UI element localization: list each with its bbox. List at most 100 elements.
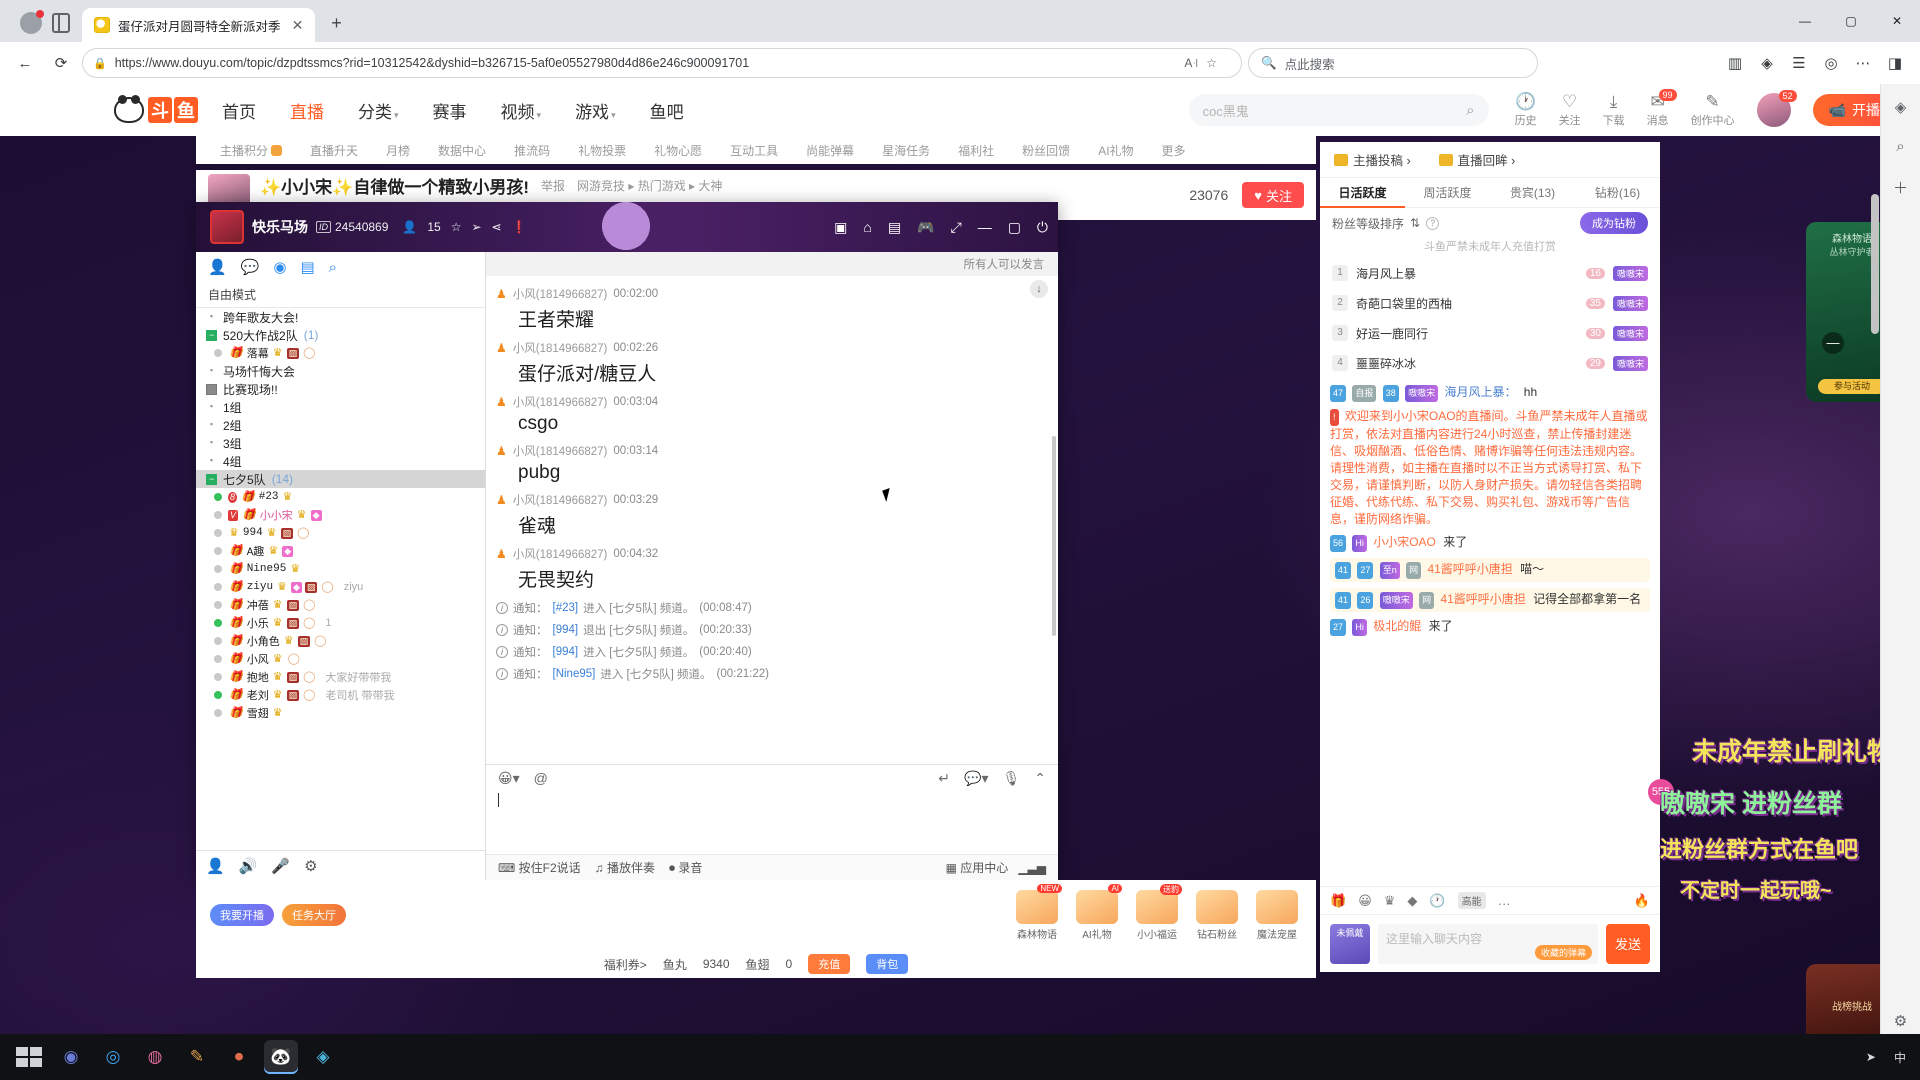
more-settings-icon[interactable]: ⋯ (1848, 48, 1878, 78)
clock-icon-toolbar[interactable]: 🕐 (1429, 893, 1445, 909)
app-icon-extra[interactable]: ◈ (306, 1040, 340, 1074)
info-icon[interactable]: ❗ (512, 220, 527, 234)
notice-link-3[interactable]: [994] (553, 646, 579, 658)
chat-input[interactable]: 这里输入聊天内容 收藏的弹幕 (1378, 923, 1598, 964)
live-replay-link[interactable]: 直播回眸 › (1438, 150, 1515, 169)
tab-diamond-fans[interactable]: 钻粉(16) (1575, 184, 1660, 201)
sound-icon[interactable]: 🔊 (239, 857, 258, 875)
rank-row-1[interactable]: 1 海月风上暴 16 嗷嗷宋 (1320, 258, 1660, 288)
window-minimize-button[interactable]: — (1782, 0, 1828, 42)
notice-link-4[interactable]: [Nine95] (553, 668, 596, 680)
qq-music-button[interactable]: ♫ 播放伴奏 (595, 859, 655, 876)
subnav-item-13[interactable]: 更多 (1148, 142, 1200, 159)
nav-history[interactable]: 🕐 历史 (1515, 92, 1537, 128)
favorites-icon[interactable]: ☰ (1784, 48, 1814, 78)
recharge-button[interactable]: 充值 (808, 954, 851, 974)
favorite-star-icon[interactable]: ☆ (1206, 56, 1217, 70)
page-scrollbar[interactable] (1870, 174, 1880, 1044)
speech-bubble-icon[interactable]: 💬▾ (964, 770, 988, 787)
subnav-item-1[interactable]: 直播升天 (296, 142, 372, 159)
tree-member-xiaofeng[interactable]: 🎁 小风 ♛ ◯ (196, 650, 485, 668)
close-icon[interactable]: ⏻ (1037, 219, 1048, 236)
copilot-icon[interactable]: ◈ (1895, 98, 1907, 116)
home-icon[interactable]: ⌂ (863, 219, 871, 235)
subnav-item-12[interactable]: AI礼物 (1084, 142, 1147, 159)
tree-toggle-icon-1[interactable]: − (206, 329, 217, 341)
search-rail-icon[interactable]: ⌕ (1896, 138, 1904, 155)
nav-item-home[interactable]: 首页 (222, 98, 256, 123)
qq-message-list[interactable]: ↓ ♟ 小风(1814966827) 00:02:00 王者荣耀 ♟ 小风(18149… (486, 276, 1058, 764)
fire-icon-toolbar[interactable]: 🔥 (1634, 893, 1650, 909)
tree-member-xuechi[interactable]: 🎁 雪翅 ♛ (196, 704, 485, 722)
search-icon-qq[interactable]: ⌕ (329, 259, 337, 276)
tree-member-994[interactable]: ♛ 994 ♛ ▨ ◯ (196, 524, 485, 542)
gift-item-magic[interactable]: 魔法宠屋 (1252, 889, 1302, 941)
tree-member-laoliu[interactable]: 🎁 老刘 ♛ ▨ ◯ 老司机 带带我 (196, 686, 485, 704)
emoji-icon-toolbar[interactable]: 😀 (1358, 893, 1372, 909)
subnav-item-8[interactable]: 尚能弹幕 (792, 142, 868, 159)
nav-creator[interactable]: ✎ 创作中心 (1691, 92, 1735, 128)
notice-link-1[interactable]: [#23] (553, 602, 579, 614)
noble-icon-toolbar[interactable]: ◆ (1407, 893, 1417, 909)
chat-username-6[interactable]: 极北的鲲 (1373, 619, 1421, 633)
rank-row-3[interactable]: 3 好运一鹿同行 30 嗷嗷宋 (1320, 318, 1660, 348)
fans-icon-toolbar[interactable]: ♛ (1384, 893, 1396, 909)
browser-profile-icon[interactable]: ◎ (1816, 48, 1846, 78)
subnav-item-5[interactable]: 礼物投票 (564, 142, 640, 159)
tree-group-8[interactable]: ▪ 4组 (196, 452, 485, 470)
mic-record-icon[interactable]: 🎙 (1002, 770, 1020, 787)
start-icon[interactable] (12, 1040, 46, 1074)
location-icon[interactable]: ◉ (273, 258, 286, 276)
streamer-posts-link[interactable]: 主播投稿 › (1334, 150, 1411, 169)
search-icon-douyu[interactable]: ⌕ (1466, 102, 1474, 119)
browser-tab[interactable]: 蛋仔派对月圆哥特全新派对季 ✕ (82, 8, 315, 42)
chat-icon[interactable]: 💬 (241, 258, 260, 276)
back-icon[interactable]: ← (10, 48, 40, 78)
fan-sort-label[interactable]: 粉丝等级排序 (1332, 215, 1404, 232)
nav-item-live[interactable]: 直播 (290, 98, 324, 123)
nav-item-video[interactable]: 视频 ▾ (501, 98, 542, 123)
backpack-button[interactable]: 背包 (866, 954, 909, 974)
enter-icon[interactable]: ↵ (938, 770, 950, 787)
tree-toggle-icon-5[interactable]: ▪ (206, 401, 217, 413)
fan-badge-box[interactable]: 未佩戴 (1330, 923, 1370, 964)
subnav-item-11[interactable]: 粉丝回馈 (1008, 142, 1084, 159)
at-icon[interactable]: @ (534, 770, 548, 786)
add-rail-icon[interactable]: ＋ (1893, 177, 1908, 198)
live-chat-list[interactable]: 47 自报 38 嗷嗷宋 海月风上暴： hh ! 欢迎来到小小宋OAO的直播间。… (1320, 378, 1660, 886)
follow-button[interactable]: ♥ 关注 (1242, 182, 1304, 208)
gift-item-forest[interactable]: NEW 森林物语 (1012, 883, 1062, 941)
tree-member-xiaoxiaosong[interactable]: V 🎁 小小宋 ♛ ◆ (196, 506, 485, 524)
notice-icon[interactable]: ▤ (300, 258, 314, 276)
pin-icon[interactable]: ⤢ (950, 219, 961, 236)
qq-record-button[interactable]: ⏺ 录音 (669, 859, 702, 876)
list-icon[interactable]: ▤ (888, 219, 901, 236)
tree-member-luomu[interactable]: 🎁 落幕 ♛ ▨ ◯ (196, 344, 485, 362)
record-icon-taskbar[interactable]: ⏺ (222, 1040, 256, 1074)
qq-apps-button[interactable]: ▦ 应用中心 (946, 859, 1009, 876)
avatar[interactable]: 52 (1756, 90, 1797, 127)
nav-download[interactable]: ⤓ 下载 (1603, 92, 1625, 128)
address-bar[interactable]: 🔒 https://www.douyu.com/topic/dzpdtssmcs… (82, 48, 1242, 78)
douyu-icon[interactable]: 🐼 (264, 1040, 298, 1074)
subnav-item-9[interactable]: 星海任务 (868, 142, 944, 159)
gift-item-fortune[interactable]: 送豹 小小福运 (1132, 883, 1182, 941)
breadcrumb[interactable]: 网游竞技 ▸ 热门游戏 ▸ 大神 (577, 177, 722, 194)
star-icon[interactable]: ☆ (451, 220, 462, 234)
tab-weekly-activity[interactable]: 周活跃度 (1405, 184, 1490, 201)
new-tab-button[interactable]: + (323, 10, 351, 38)
tree-group-6[interactable]: ▪ 2组 (196, 416, 485, 434)
chat-username-5[interactable]: 41酱呼呼小唐担 (1440, 592, 1525, 606)
tree-toggle-icon[interactable]: ▪ (206, 311, 217, 323)
tree-group-5[interactable]: ▪ 1组 (196, 398, 485, 416)
tree-toggle-icon-6[interactable]: ▪ (206, 419, 217, 431)
gift-icon-toolbar[interactable]: 🎁 (1330, 893, 1346, 909)
welfare-link[interactable]: 福利券> (604, 956, 647, 973)
tree-group-1[interactable]: −520大作战2队 (1) (196, 326, 485, 344)
nav-follow[interactable]: ♡ 关注 (1559, 92, 1581, 128)
report-link[interactable]: 举报 (541, 177, 565, 194)
search-input[interactable]: 🔍 点此搜索 (1248, 48, 1538, 78)
subnav-item-2[interactable]: 月榜 (372, 142, 424, 159)
subnav-item-0[interactable]: 主播积分 (206, 142, 296, 159)
chat-username-3[interactable]: 小小宋OAO (1373, 535, 1436, 549)
